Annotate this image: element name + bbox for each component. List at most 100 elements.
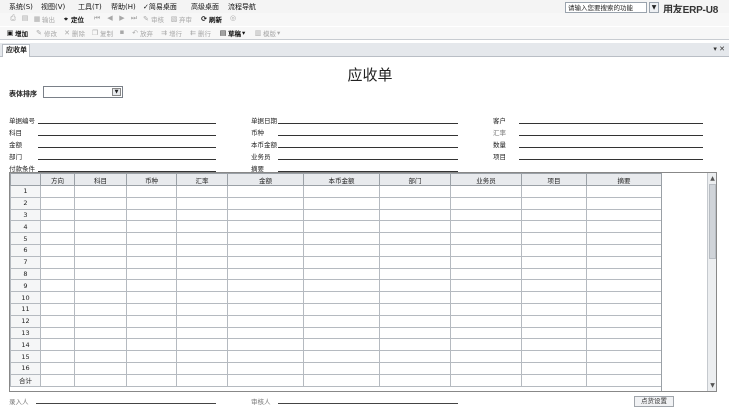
grid-cell[interactable] <box>450 220 522 234</box>
abandon-button[interactable]: ↶ 放弃 <box>131 28 153 38</box>
grid-cell[interactable] <box>40 302 75 316</box>
tab-receivable-bill[interactable]: 应收单 <box>2 44 30 57</box>
grid-cell[interactable] <box>227 326 304 340</box>
grid-cell[interactable] <box>40 267 75 281</box>
grid-cell[interactable] <box>303 185 380 198</box>
grid-cell[interactable] <box>126 350 177 363</box>
grid-column-header[interactable]: 金额 <box>227 173 304 186</box>
grid-cell[interactable] <box>303 350 380 363</box>
grid-cell[interactable] <box>126 326 177 340</box>
grid-cell[interactable] <box>379 361 451 375</box>
grid-column-header[interactable]: 币种 <box>126 173 177 186</box>
grid-cell[interactable] <box>303 220 380 234</box>
grid-column-header[interactable]: 项目 <box>521 173 587 186</box>
grid-cell[interactable] <box>126 361 177 375</box>
grid-cell[interactable] <box>126 243 177 257</box>
add-button[interactable]: ▣ 增加 <box>6 28 28 38</box>
grid-cell[interactable] <box>379 326 451 340</box>
grid-cell[interactable] <box>176 208 228 222</box>
copy-button[interactable]: ❐ 复制 <box>91 28 113 38</box>
grid-cell[interactable] <box>586 232 662 245</box>
salesman-field[interactable] <box>278 159 458 160</box>
table-row[interactable]: 15 <box>10 350 662 363</box>
grid-cell[interactable] <box>450 338 522 352</box>
grid-cell[interactable] <box>74 279 127 293</box>
locate-button[interactable]: ⌖ 定位 <box>62 14 84 24</box>
grid-cell[interactable] <box>126 208 177 222</box>
bill-no-field[interactable] <box>38 123 216 124</box>
grid-cell[interactable] <box>521 267 587 281</box>
table-row[interactable]: 4 <box>10 220 662 234</box>
customer-field[interactable] <box>519 123 703 124</box>
grid-cell[interactable] <box>176 302 228 316</box>
grid-cell[interactable] <box>521 208 587 222</box>
grid-cell[interactable] <box>126 255 177 269</box>
grid-cell[interactable] <box>126 338 177 352</box>
grid-cell[interactable] <box>586 243 662 257</box>
grid-cell[interactable] <box>379 314 451 328</box>
chevron-up-icon[interactable]: ▲ <box>708 174 717 183</box>
grid-cell[interactable] <box>586 338 662 352</box>
grid-cell[interactable] <box>379 208 451 222</box>
grid-cell[interactable] <box>40 220 75 234</box>
grid-cell[interactable] <box>521 314 587 328</box>
grid-cell[interactable] <box>176 267 228 281</box>
grid-column-header[interactable]: 汇率 <box>176 173 228 186</box>
grid-cell[interactable] <box>303 326 380 340</box>
save-button[interactable]: ▪ <box>118 28 126 36</box>
preview-button[interactable]: ▤ <box>21 14 29 22</box>
grid-cell[interactable] <box>521 232 587 245</box>
grid-cell[interactable] <box>450 291 522 304</box>
grid-cell[interactable] <box>126 279 177 293</box>
grid-cell[interactable] <box>126 314 177 328</box>
grid-cell[interactable] <box>586 326 662 340</box>
table-row[interactable]: 7 <box>10 255 662 269</box>
grid-cell[interactable] <box>176 373 228 387</box>
grid-cell[interactable] <box>303 302 380 316</box>
grid-cell[interactable] <box>176 196 228 210</box>
audit-button[interactable]: ✎ 审核 <box>142 14 164 24</box>
grid-cell[interactable] <box>227 196 304 210</box>
grid-cell[interactable] <box>227 291 304 304</box>
grid-cell[interactable] <box>521 350 587 363</box>
grid-cell[interactable] <box>40 196 75 210</box>
grid-cell[interactable] <box>176 361 228 375</box>
grid-cell[interactable] <box>379 338 451 352</box>
grid-cell[interactable] <box>74 350 127 363</box>
grid-cell[interactable] <box>521 255 587 269</box>
grid-cell[interactable] <box>450 243 522 257</box>
grid-cell[interactable] <box>379 279 451 293</box>
grid-cell[interactable] <box>586 302 662 316</box>
grid-cell[interactable] <box>303 232 380 245</box>
grid-cell[interactable] <box>74 326 127 340</box>
grid-cell[interactable] <box>303 291 380 304</box>
grid-cell[interactable] <box>40 232 75 245</box>
grid-cell[interactable] <box>74 314 127 328</box>
grid-cell[interactable] <box>176 314 228 328</box>
menu-tools[interactable]: 工具(T) <box>78 2 102 12</box>
quantity-field[interactable] <box>519 147 703 148</box>
grid-cell[interactable] <box>450 314 522 328</box>
grid-cell[interactable] <box>227 302 304 316</box>
grid-cell[interactable] <box>227 314 304 328</box>
grid-cell[interactable] <box>521 196 587 210</box>
grid-cell[interactable] <box>303 243 380 257</box>
table-row[interactable]: 1 <box>10 185 662 198</box>
grid-cell[interactable] <box>450 208 522 222</box>
first-record-button[interactable]: ⏮ <box>93 14 101 22</box>
grid-cell[interactable] <box>521 243 587 257</box>
grid-cell[interactable] <box>227 243 304 257</box>
department-field[interactable] <box>38 159 216 160</box>
grid-cell[interactable] <box>450 196 522 210</box>
table-row[interactable]: 2 <box>10 196 662 210</box>
grid-cell[interactable] <box>379 267 451 281</box>
sort-select[interactable]: ▼ <box>43 86 123 98</box>
table-row[interactable]: 6 <box>10 243 662 257</box>
grid-cell[interactable] <box>379 185 451 198</box>
grid-cell[interactable] <box>40 373 75 387</box>
grid-cell[interactable] <box>303 373 380 387</box>
grid-cell[interactable] <box>450 279 522 293</box>
grid-cell[interactable] <box>176 185 228 198</box>
grid-cell[interactable] <box>74 208 127 222</box>
rate-field[interactable] <box>519 135 703 136</box>
